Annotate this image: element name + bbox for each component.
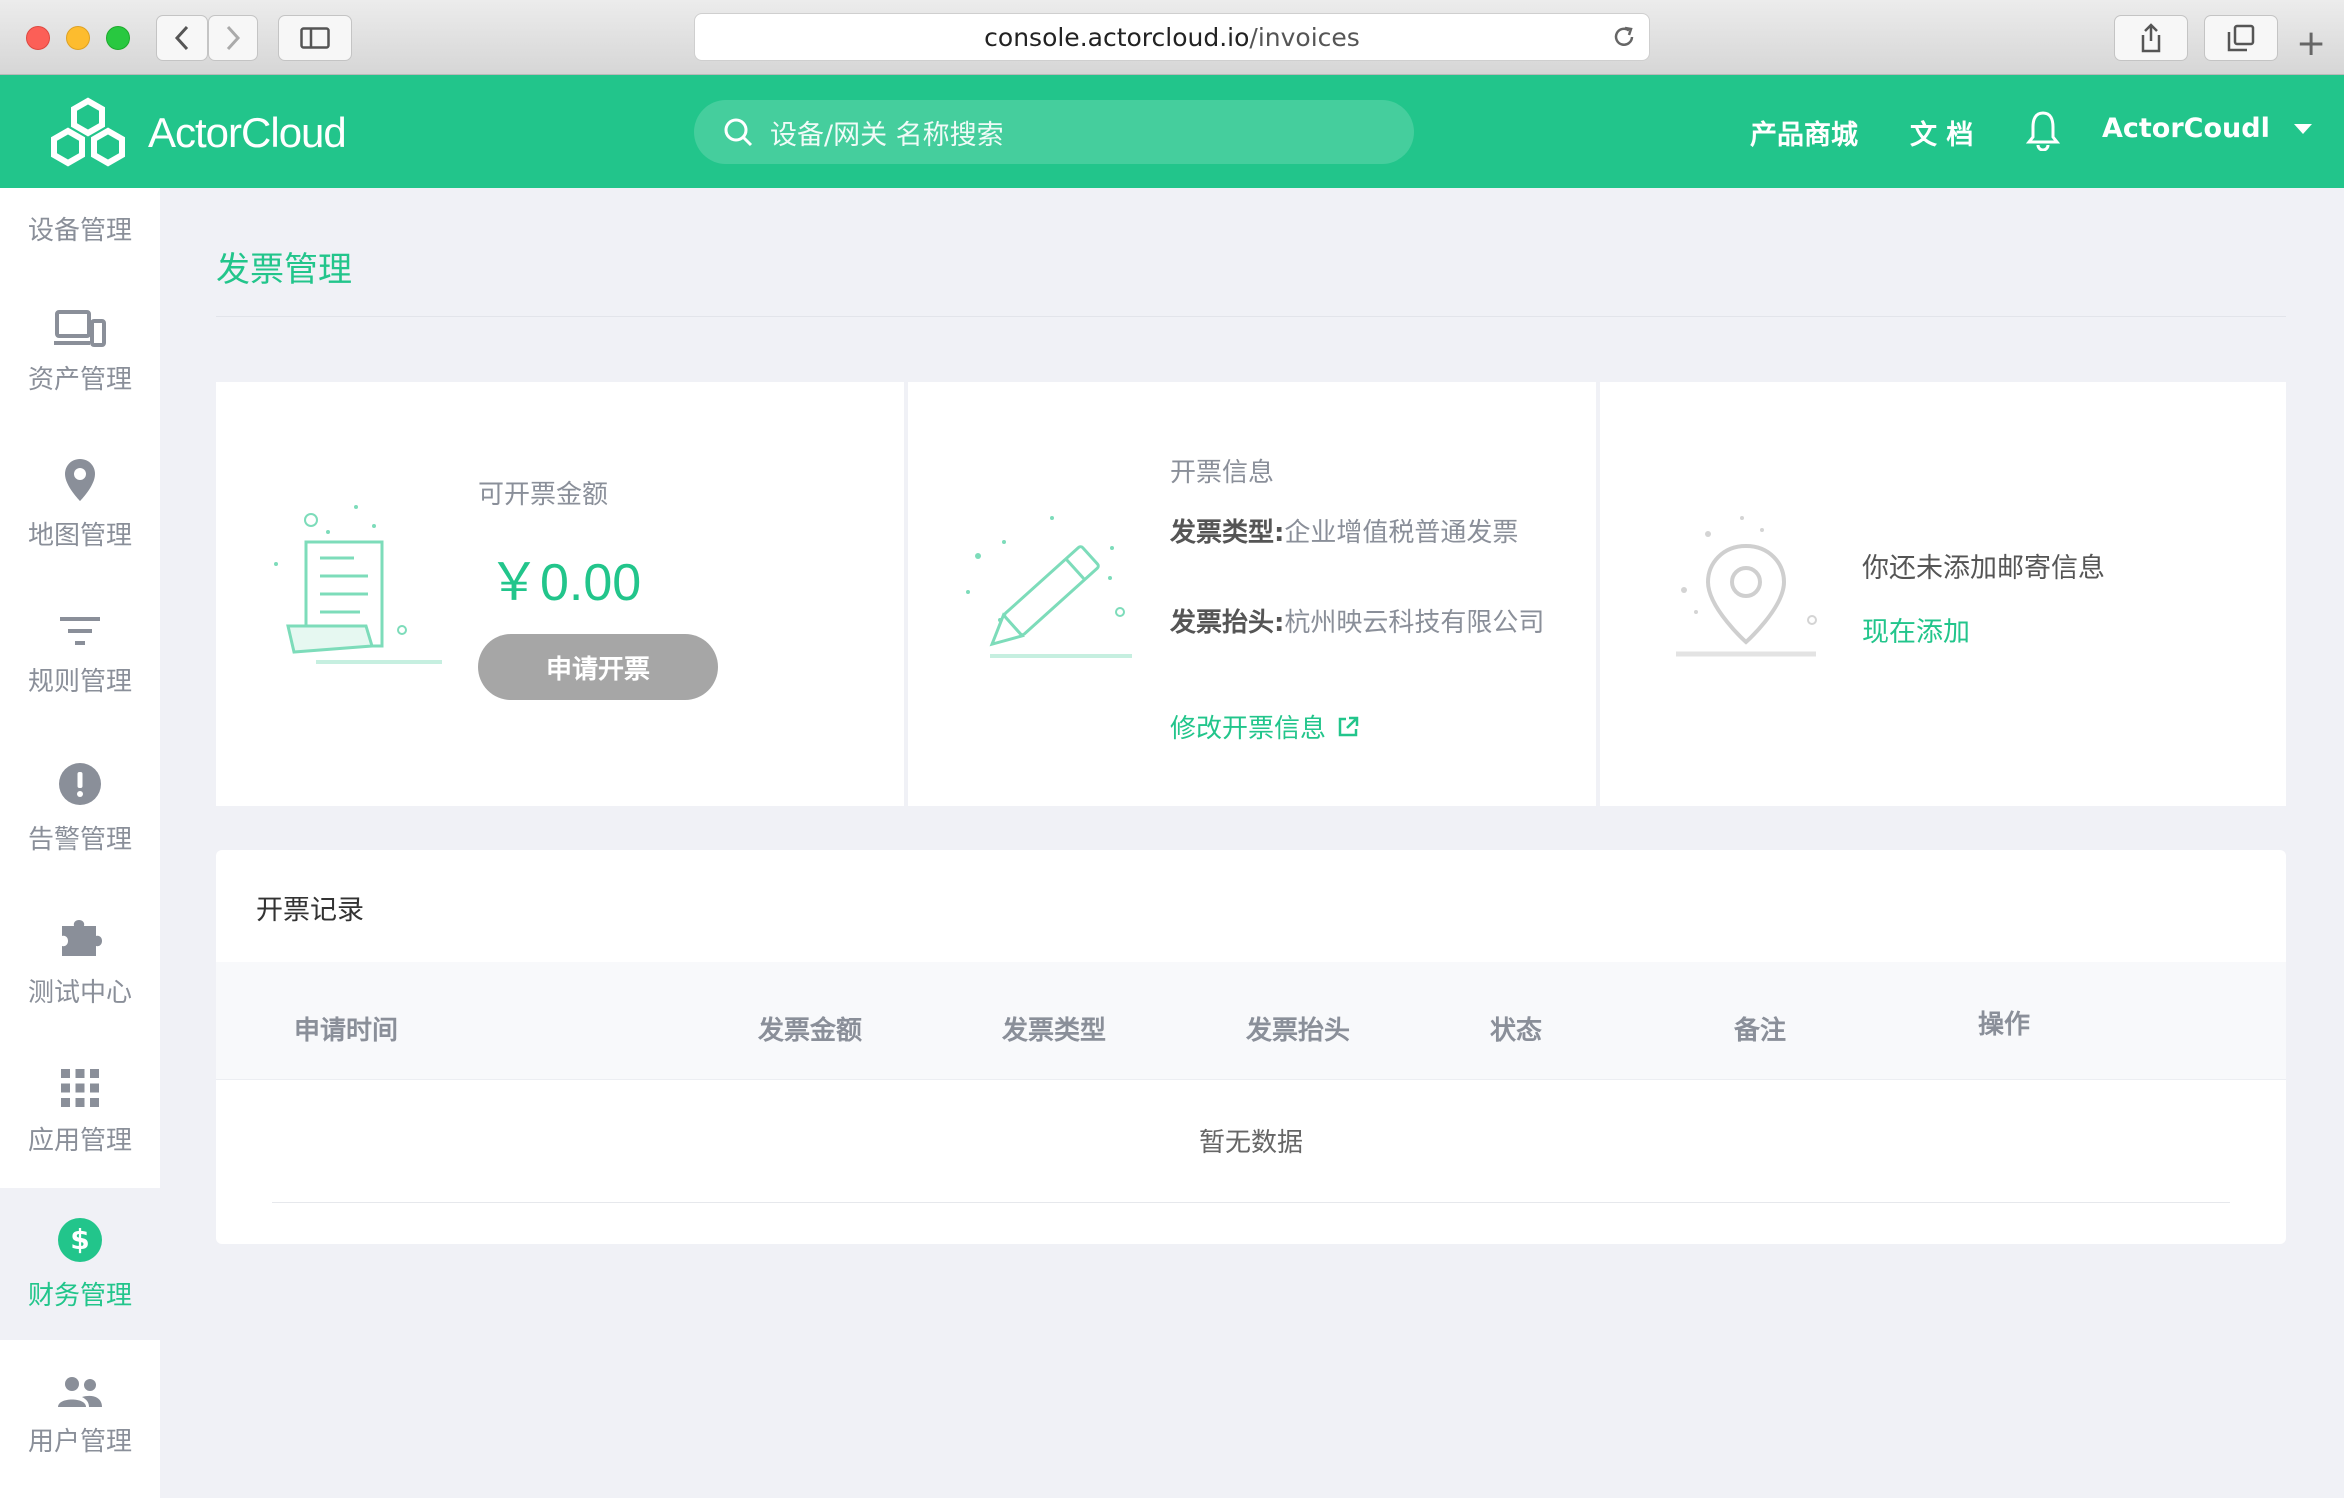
svg-text:$: $ <box>70 1223 89 1256</box>
page-title: 发票管理 <box>216 250 352 290</box>
column-header-apply-time: 申请时间 <box>294 1016 399 1046</box>
records-title: 开票记录 <box>256 895 364 926</box>
minimize-window-button[interactable] <box>66 26 90 50</box>
alert-icon <box>59 762 101 805</box>
sidebar-item-label: 设备管理 <box>27 216 132 246</box>
back-button[interactable] <box>156 15 208 61</box>
sidebar-item-users[interactable]: 用户管理 <box>0 1340 160 1492</box>
user-menu[interactable]: ActorCoudl <box>2102 113 2312 144</box>
invoice-records-panel: 开票记录 申请时间 发票金额 发票类型 发票抬头 状态 备注 操作 暂无数据 <box>216 850 2286 1244</box>
edit-invoice-info-link[interactable]: 修改开票信息 <box>1170 708 1360 745</box>
grid-icon <box>61 1068 99 1107</box>
apply-invoice-button[interactable]: 申请开票 <box>478 634 718 700</box>
url-path: /invoices <box>1249 22 1360 52</box>
invoice-amount-card: 可开票金额 ￥0.00 申请开票 <box>216 382 904 806</box>
column-header-remark: 备注 <box>1734 1016 1787 1046</box>
sidebar-item-label: 告警管理 <box>27 824 132 855</box>
invoice-type-label: 发票类型: <box>1170 518 1285 548</box>
sidebar-item-finance[interactable]: $ 财务管理 <box>0 1188 160 1340</box>
zoom-window-button[interactable] <box>106 26 130 50</box>
column-header-actions: 操作 <box>1978 1010 2031 1040</box>
location-pin-illustration-icon <box>1676 516 1817 657</box>
column-header-title: 发票抬头 <box>1246 1016 1351 1046</box>
sidebar-item-label: 地图管理 <box>27 520 132 551</box>
column-header-status: 状态 <box>1490 1016 1543 1046</box>
map-pin-icon <box>65 458 95 501</box>
app-header: ActorCloud 设备/网关 名称搜索 产品商城 文 档 ActorCoud… <box>0 75 2344 188</box>
tabs-overview-button[interactable] <box>2204 15 2278 61</box>
sidebar-item-label: 测试中心 <box>27 977 132 1008</box>
sidebar-item-apps[interactable]: 应用管理 <box>0 1036 160 1188</box>
nav-link-docs[interactable]: 文 档 <box>1910 113 1973 152</box>
brand-logo[interactable]: ActorCloud <box>38 95 347 171</box>
sidebar-item-rules[interactable]: 规则管理 <box>0 580 160 732</box>
forward-button[interactable] <box>208 15 258 61</box>
sidebar-item-label: 规则管理 <box>27 666 132 697</box>
url-host: console.actorcloud.io <box>984 22 1250 52</box>
receipt-illustration-icon <box>274 505 442 664</box>
add-mail-info-link[interactable]: 现在添加 <box>1862 610 1970 649</box>
dollar-icon: $ <box>58 1217 102 1262</box>
available-amount-label: 可开票金额 <box>478 480 609 510</box>
new-tab-button[interactable]: + <box>2296 26 2326 62</box>
external-link-icon <box>1338 716 1359 736</box>
edit-invoice-info-label: 修改开票信息 <box>1170 714 1327 744</box>
filter-icon <box>60 616 100 645</box>
devices-icon <box>54 309 106 347</box>
pencil-illustration-icon <box>966 516 1132 658</box>
bell-icon[interactable] <box>2025 109 2061 151</box>
search-icon <box>724 118 753 147</box>
actorcloud-logo-icon <box>51 97 125 167</box>
search-placeholder: 设备/网关 名称搜索 <box>770 119 1004 151</box>
sidebar-item-label: 资产管理 <box>27 364 132 395</box>
share-button[interactable] <box>2114 15 2188 61</box>
invoice-header-row: 发票抬头:杭州映云科技有限公司 <box>1170 604 1550 642</box>
user-name: ActorCoudl <box>2102 113 2270 144</box>
empty-table-message: 暂无数据 <box>1198 1128 1303 1158</box>
sidebar-item-map[interactable]: 地图管理 <box>0 428 160 580</box>
invoice-type-value: 企业增值税普通发票 <box>1284 518 1519 548</box>
no-mail-info-message: 你还未添加邮寄信息 <box>1862 553 2105 584</box>
sidebar-item-devices[interactable]: 设备管理 <box>0 188 160 248</box>
share-icon <box>2141 23 2161 53</box>
caret-down-icon <box>2293 123 2312 134</box>
close-window-button[interactable] <box>26 26 50 50</box>
chevron-right-icon <box>226 25 241 51</box>
sidebar-item-label: 财务管理 <box>27 1280 132 1311</box>
browser-toolbar: console.actorcloud.io/invoices + <box>0 0 2344 75</box>
address-bar[interactable]: console.actorcloud.io/invoices <box>694 13 1650 61</box>
users-icon <box>58 1376 102 1407</box>
sidebar-item-alerts[interactable]: 告警管理 <box>0 732 160 884</box>
sidebar-toggle-button[interactable] <box>278 15 352 61</box>
chevron-left-icon <box>174 25 189 51</box>
available-amount-value: ￥0.00 <box>488 554 642 612</box>
column-header-amount: 发票金额 <box>758 1016 863 1046</box>
invoice-info-title: 开票信息 <box>1170 458 1275 488</box>
brand-name: ActorCloud <box>148 109 347 156</box>
sidebar-item-label: 应用管理 <box>27 1125 132 1156</box>
sidebar-item-test-center[interactable]: 测试中心 <box>0 884 160 1036</box>
sidebar: 设备管理 资产管理 地图管理 规则管理 告警管理 测试中心 应用管理 $ 财务管… <box>0 188 160 1498</box>
column-header-type: 发票类型 <box>1002 1016 1107 1046</box>
records-table-header: 申请时间 发票金额 发票类型 发票抬头 状态 备注 操作 <box>216 962 2286 1080</box>
tabs-icon <box>2227 24 2255 52</box>
invoice-type-row: 发票类型:企业增值税普通发票 <box>1170 514 1550 552</box>
sidebar-item-assets[interactable]: 资产管理 <box>0 276 160 428</box>
sidebar-icon <box>300 27 330 49</box>
sidebar-item-label: 用户管理 <box>27 1426 132 1457</box>
invoice-header-label: 发票抬头: <box>1170 608 1285 638</box>
invoice-info-card: 开票信息 发票类型:企业增值税普通发票 发票抬头:杭州映云科技有限公司 修改开票… <box>908 382 1596 806</box>
mail-info-card: 你还未添加邮寄信息 现在添加 <box>1600 382 2286 806</box>
global-search-input[interactable]: 设备/网关 名称搜索 <box>694 100 1414 164</box>
reload-icon[interactable] <box>1611 24 1637 50</box>
title-divider <box>216 316 2286 317</box>
puzzle-icon <box>62 919 102 956</box>
invoice-header-value: 杭州映云科技有限公司 <box>1284 608 1545 638</box>
table-bottom-divider <box>272 1202 2230 1203</box>
nav-link-store[interactable]: 产品商城 <box>1750 113 1858 152</box>
